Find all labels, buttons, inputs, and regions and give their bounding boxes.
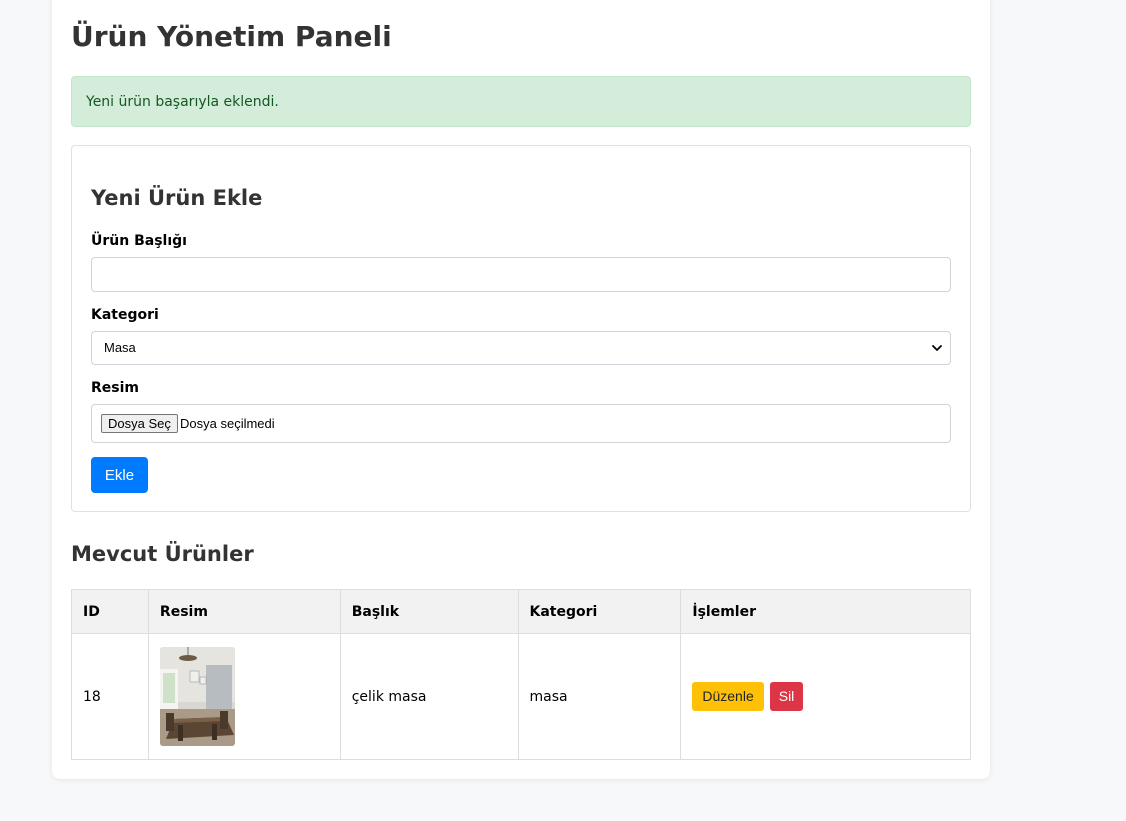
file-status: Dosya seçilmedi [180,416,275,431]
page-title: Ürün Yönetim Paneli [71,20,392,53]
category-field-label: Kategori [91,307,159,323]
cell-image [147,633,341,760]
image-file-input: Dosya Seç Dosya seçilmedi [91,404,951,443]
cell-actions: Düzenle Sil [680,633,971,760]
column-header-category: Kategori [517,589,682,634]
success-alert: Yeni ürün başarıyla eklendi. [71,76,971,127]
delete-button[interactable]: Sil [769,682,804,711]
column-header-title: Başlık [339,589,519,634]
category-select[interactable]: Masa [91,331,951,365]
title-field-label: Ürün Başlığı [91,233,187,249]
table-header-row: ID Resim Başlık Kategori İşlemler [71,589,971,634]
cell-id: 18 [71,633,149,760]
products-table: ID Resim Başlık Kategori İşlemler 18 çel… [71,589,971,760]
choose-file-button[interactable]: Dosya Seç [101,414,178,433]
products-section-title: Mevcut Ürünler [71,542,254,566]
product-thumbnail [159,647,235,746]
category-selected-value: Masa [104,340,136,355]
cell-category: masa [517,633,682,760]
cell-title: çelik masa [339,633,519,760]
image-field-label: Resim [91,380,139,396]
column-header-image: Resim [147,589,341,634]
column-header-actions: İşlemler [680,589,971,634]
add-button[interactable]: Ekle [91,457,148,493]
title-input[interactable] [91,257,951,292]
edit-button[interactable]: Düzenle [692,682,764,711]
table-row: 18 çelik masa masa Düzenle Sil [71,633,971,760]
column-header-id: ID [71,589,149,634]
chevron-down-icon [932,345,942,351]
form-title: Yeni Ürün Ekle [91,186,263,210]
